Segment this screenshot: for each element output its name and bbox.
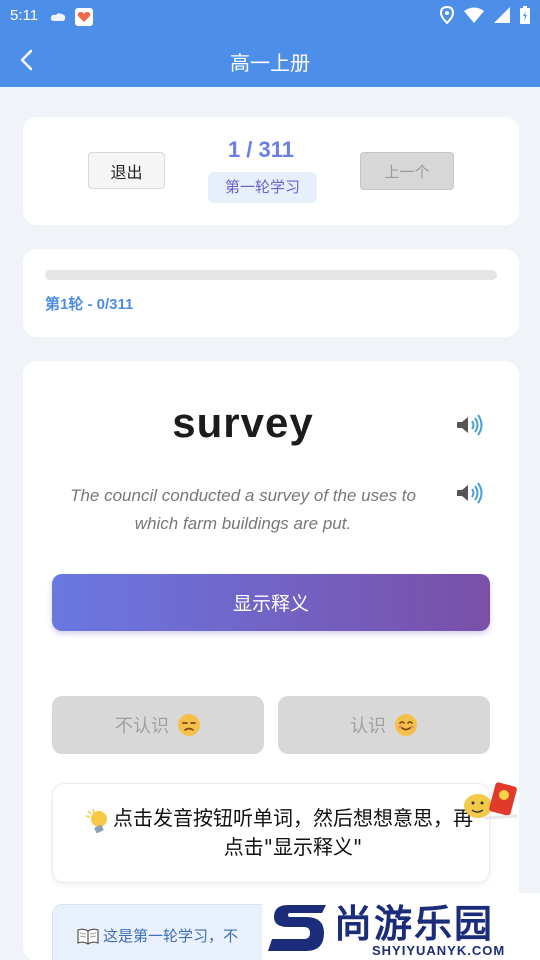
status-bar: 5:11 <box>0 0 540 32</box>
watermark-logo <box>268 905 326 951</box>
unamused-face-icon <box>178 714 200 736</box>
tip-box: 点击发音按钮听单词，然后想想意思，再点击"显示释义" <box>52 783 490 883</box>
watermark-url: SHYIYUANYK.COM <box>372 943 506 958</box>
known-label: 认识 <box>350 716 386 737</box>
word-counter: 1 / 311 <box>227 137 295 162</box>
watermark: 尚游乐园 SHYIYUANYK.COM <box>262 893 540 960</box>
watermark-title: 尚游乐园 <box>334 902 495 946</box>
progress-bar <box>45 270 497 280</box>
round-badge: 第一轮学习 <box>208 172 317 203</box>
sentence-speaker-icon[interactable] <box>455 481 485 505</box>
status-system-icons <box>440 6 530 24</box>
word-card: survey The council conducted a survey of… <box>23 361 519 960</box>
show-meaning-button[interactable]: 显示释义 <box>52 574 490 631</box>
smiling-face-icon <box>395 714 417 736</box>
status-time: 5:11 <box>10 7 39 24</box>
previous-button[interactable]: 上一个 <box>360 152 454 190</box>
note-text: 这是第一轮学习，不 <box>103 927 239 945</box>
example-sentence: The council conducted a survey of the us… <box>70 486 416 533</box>
exit-button[interactable]: 退出 <box>88 152 165 189</box>
location-icon <box>440 6 454 24</box>
navigation-card: 退出 1 / 311 第一轮学习 上一个 <box>23 117 519 225</box>
unknown-button[interactable]: 不认识 <box>52 696 264 754</box>
wifi-icon <box>464 7 484 23</box>
progress-card: 第1轮 - 0/311 <box>23 249 519 337</box>
vocabulary-word: survey <box>172 399 314 446</box>
app-bar: 高一上册 <box>0 32 540 87</box>
lightbulb-icon <box>85 808 107 834</box>
open-book-icon <box>77 928 99 945</box>
status-notification-icons <box>50 7 94 27</box>
tip-text: 点击发音按钮听单词，然后想想意思，再点击"显示释义" <box>113 806 473 859</box>
battery-icon <box>520 6 530 24</box>
known-button[interactable]: 认识 <box>278 696 490 754</box>
progress-text: 第1轮 - 0/311 <box>45 296 134 313</box>
cloud-icon <box>50 13 66 21</box>
red-envelope-promo-icon[interactable] <box>462 780 524 824</box>
page-title: 高一上册 <box>230 53 310 75</box>
speaker-icon[interactable] <box>455 413 485 437</box>
app-notification-icon <box>75 8 93 26</box>
unknown-label: 不认识 <box>115 716 169 737</box>
signal-icon <box>494 7 510 23</box>
